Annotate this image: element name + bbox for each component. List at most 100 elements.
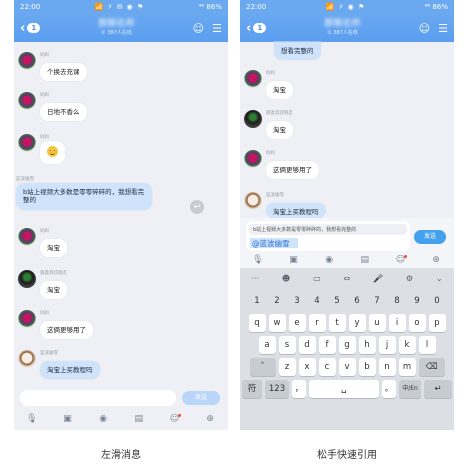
key-r[interactable]: r (308, 314, 326, 332)
avatar[interactable] (18, 350, 36, 368)
settings-icon[interactable]: ⚙ (406, 274, 413, 283)
message-bubble[interactable]: 淘宝 (40, 239, 67, 258)
key-p[interactable]: p (428, 314, 446, 332)
cursor-move-icon[interactable]: ⇔ (344, 274, 351, 283)
key-8[interactable]: 8 (389, 292, 406, 310)
key-g[interactable]: g (338, 336, 356, 354)
avatar[interactable] (18, 228, 36, 246)
key-6[interactable]: 6 (349, 292, 366, 310)
emoji-icon[interactable]: ☻ (282, 274, 290, 283)
send-button[interactable]: 发送 (182, 391, 220, 405)
period-key[interactable]: 。 (382, 380, 396, 398)
message-input[interactable]: b站上视频大多数是零零碎碎的，我想看完整的 @蓝波幽雪 (246, 221, 410, 251)
message-bubble[interactable]: 淘宝 (266, 121, 293, 140)
key-n[interactable]: n (378, 358, 396, 376)
avatar[interactable] (244, 192, 262, 210)
message-bubble[interactable]: 这俩更够用了 (40, 321, 93, 340)
avatar[interactable] (244, 110, 262, 128)
message-item: 妈妈 这俩更够用了 (18, 310, 93, 340)
message-bubble-selected[interactable]: 想看完整的 (274, 42, 321, 61)
menu-icon[interactable]: ☰ (438, 22, 448, 35)
emoji-icon[interactable]: ☺ (393, 255, 408, 265)
key-x[interactable]: x (298, 358, 316, 376)
send-button[interactable]: 发送 (414, 230, 446, 244)
camera-icon[interactable]: ◉ (96, 414, 110, 424)
image-icon[interactable]: ▣ (60, 414, 74, 424)
key-u[interactable]: u (368, 314, 386, 332)
key-z[interactable]: z (278, 358, 296, 376)
message-bubble[interactable]: 淘宝 (266, 81, 293, 100)
symbol-key[interactable]: 符 (242, 380, 262, 398)
key-4[interactable]: 4 (309, 292, 326, 310)
key-2[interactable]: 2 (269, 292, 286, 310)
avatar[interactable] (18, 92, 36, 110)
mic-icon[interactable]: 🎙 (251, 255, 265, 265)
message-bubble-selected[interactable]: 淘宝上买教程吗 (40, 361, 100, 380)
avatar[interactable] (18, 134, 36, 152)
key-i[interactable]: i (388, 314, 406, 332)
key-q[interactable]: q (248, 314, 266, 332)
numeric-key[interactable]: 123 (265, 380, 289, 398)
enter-key[interactable]: ↵ (424, 380, 452, 398)
emoji-icon[interactable]: ☺ (167, 414, 182, 424)
avatar[interactable] (18, 310, 36, 328)
message-bubble-selected[interactable]: 淘宝上买教程吗 (266, 203, 326, 219)
space-key[interactable]: ␣ (309, 380, 379, 398)
message-bubble[interactable] (40, 141, 65, 165)
avatar[interactable] (18, 52, 36, 70)
key-j[interactable]: j (378, 336, 396, 354)
voice-input-icon[interactable]: 🎤 (373, 274, 383, 283)
avatar[interactable] (244, 70, 262, 88)
message-bubble[interactable]: 个换去充课 (40, 63, 87, 82)
plus-icon[interactable]: ⊕ (203, 414, 217, 424)
back-button[interactable]: ‹ 1 (246, 21, 267, 36)
key-d[interactable]: d (298, 336, 316, 354)
image-icon[interactable]: ▣ (286, 255, 300, 265)
camera-icon[interactable]: ◉ (322, 255, 336, 265)
key-h[interactable]: h (358, 336, 376, 354)
key-e[interactable]: e (288, 314, 306, 332)
key-9[interactable]: 9 (409, 292, 426, 310)
menu-icon[interactable]: ☰ (212, 22, 222, 35)
key-v[interactable]: v (338, 358, 356, 376)
back-button[interactable]: ‹ 1 (20, 21, 41, 36)
key-k[interactable]: k (398, 336, 416, 354)
message-bubble[interactable]: 淘宝 (40, 281, 67, 300)
message-bubble[interactable]: 日地不香么 (40, 103, 87, 122)
key-f[interactable]: f (318, 336, 336, 354)
shift-key[interactable]: ˆ (249, 358, 276, 376)
key-l[interactable]: l (418, 336, 436, 354)
clipboard-icon[interactable]: ▭ (313, 274, 321, 283)
plus-icon[interactable]: ⊕ (429, 255, 443, 265)
avatar[interactable] (18, 270, 36, 288)
key-o[interactable]: o (408, 314, 426, 332)
key-y[interactable]: y (348, 314, 366, 332)
avatar[interactable] (244, 150, 262, 168)
comma-key[interactable]: ， (292, 380, 306, 398)
group-icon[interactable]: ☺ (419, 22, 430, 35)
red-packet-icon[interactable]: ▤ (132, 414, 146, 424)
backspace-key[interactable]: ⌫ (418, 358, 445, 376)
group-icon[interactable]: ☺ (193, 22, 204, 35)
language-switch-key[interactable]: 中/En (399, 380, 421, 398)
bottom-row: 符 123 ， ␣ 。 中/En ↵ (240, 380, 454, 398)
mic-icon[interactable]: 🎙 (25, 414, 39, 424)
message-input[interactable] (20, 390, 176, 406)
key-0[interactable]: 0 (429, 292, 446, 310)
key-7[interactable]: 7 (369, 292, 386, 310)
key-t[interactable]: t (328, 314, 346, 332)
red-packet-icon[interactable]: ▤ (358, 255, 372, 265)
key-b[interactable]: b (358, 358, 376, 376)
message-bubble-selected[interactable]: b站上视频大多数是零零碎碎的，我想看完整的 (16, 183, 152, 210)
key-1[interactable]: 1 (249, 292, 266, 310)
collapse-keyboard-icon[interactable]: ⌄ (436, 274, 443, 283)
key-s[interactable]: s (278, 336, 296, 354)
more-icon[interactable]: ··· (251, 274, 259, 283)
key-m[interactable]: m (398, 358, 416, 376)
key-c[interactable]: c (318, 358, 336, 376)
message-bubble[interactable]: 这俩更够用了 (266, 161, 319, 180)
key-a[interactable]: a (258, 336, 276, 354)
key-5[interactable]: 5 (329, 292, 346, 310)
key-w[interactable]: w (268, 314, 286, 332)
key-3[interactable]: 3 (289, 292, 306, 310)
